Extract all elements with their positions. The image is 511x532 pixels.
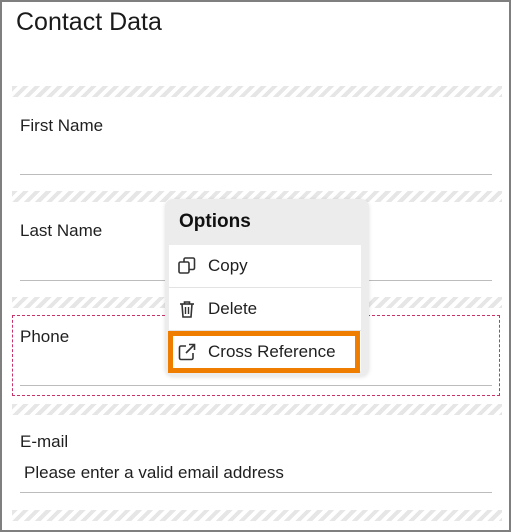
phone-underline [20,385,492,386]
first-name-label: First Name [20,116,104,135]
section-divider [12,510,502,521]
first-name-underline [20,174,492,175]
cross-reference-menu-item[interactable]: Cross Reference [168,331,360,373]
section-divider [12,86,502,97]
delete-label: Delete [208,299,258,318]
last-name-label: Last Name [20,221,103,240]
delete-menu-item[interactable]: Delete [169,288,361,330]
external-link-icon [177,342,197,362]
options-popup: Options Copy Delete Cross Reference [165,199,369,376]
copy-label: Copy [208,256,248,275]
email-underline [20,492,492,493]
cross-reference-label: Cross Reference [208,342,336,361]
email-value: Please enter a valid email address [24,463,284,482]
options-title: Options [179,211,251,232]
email-field[interactable]: E-mail Please enter a valid email addres… [20,432,492,494]
section-divider [12,404,502,415]
trash-icon [177,299,197,319]
email-label: E-mail [20,432,69,451]
contact-data-panel: Contact Data First Name Last Name Phone … [0,0,511,532]
page-title: Contact Data [16,8,162,36]
copy-icon [177,256,197,276]
copy-menu-item[interactable]: Copy [169,245,361,287]
phone-label: Phone [20,327,70,346]
first-name-field[interactable]: First Name [20,116,492,176]
options-list: Copy Delete Cross Reference [168,245,361,373]
